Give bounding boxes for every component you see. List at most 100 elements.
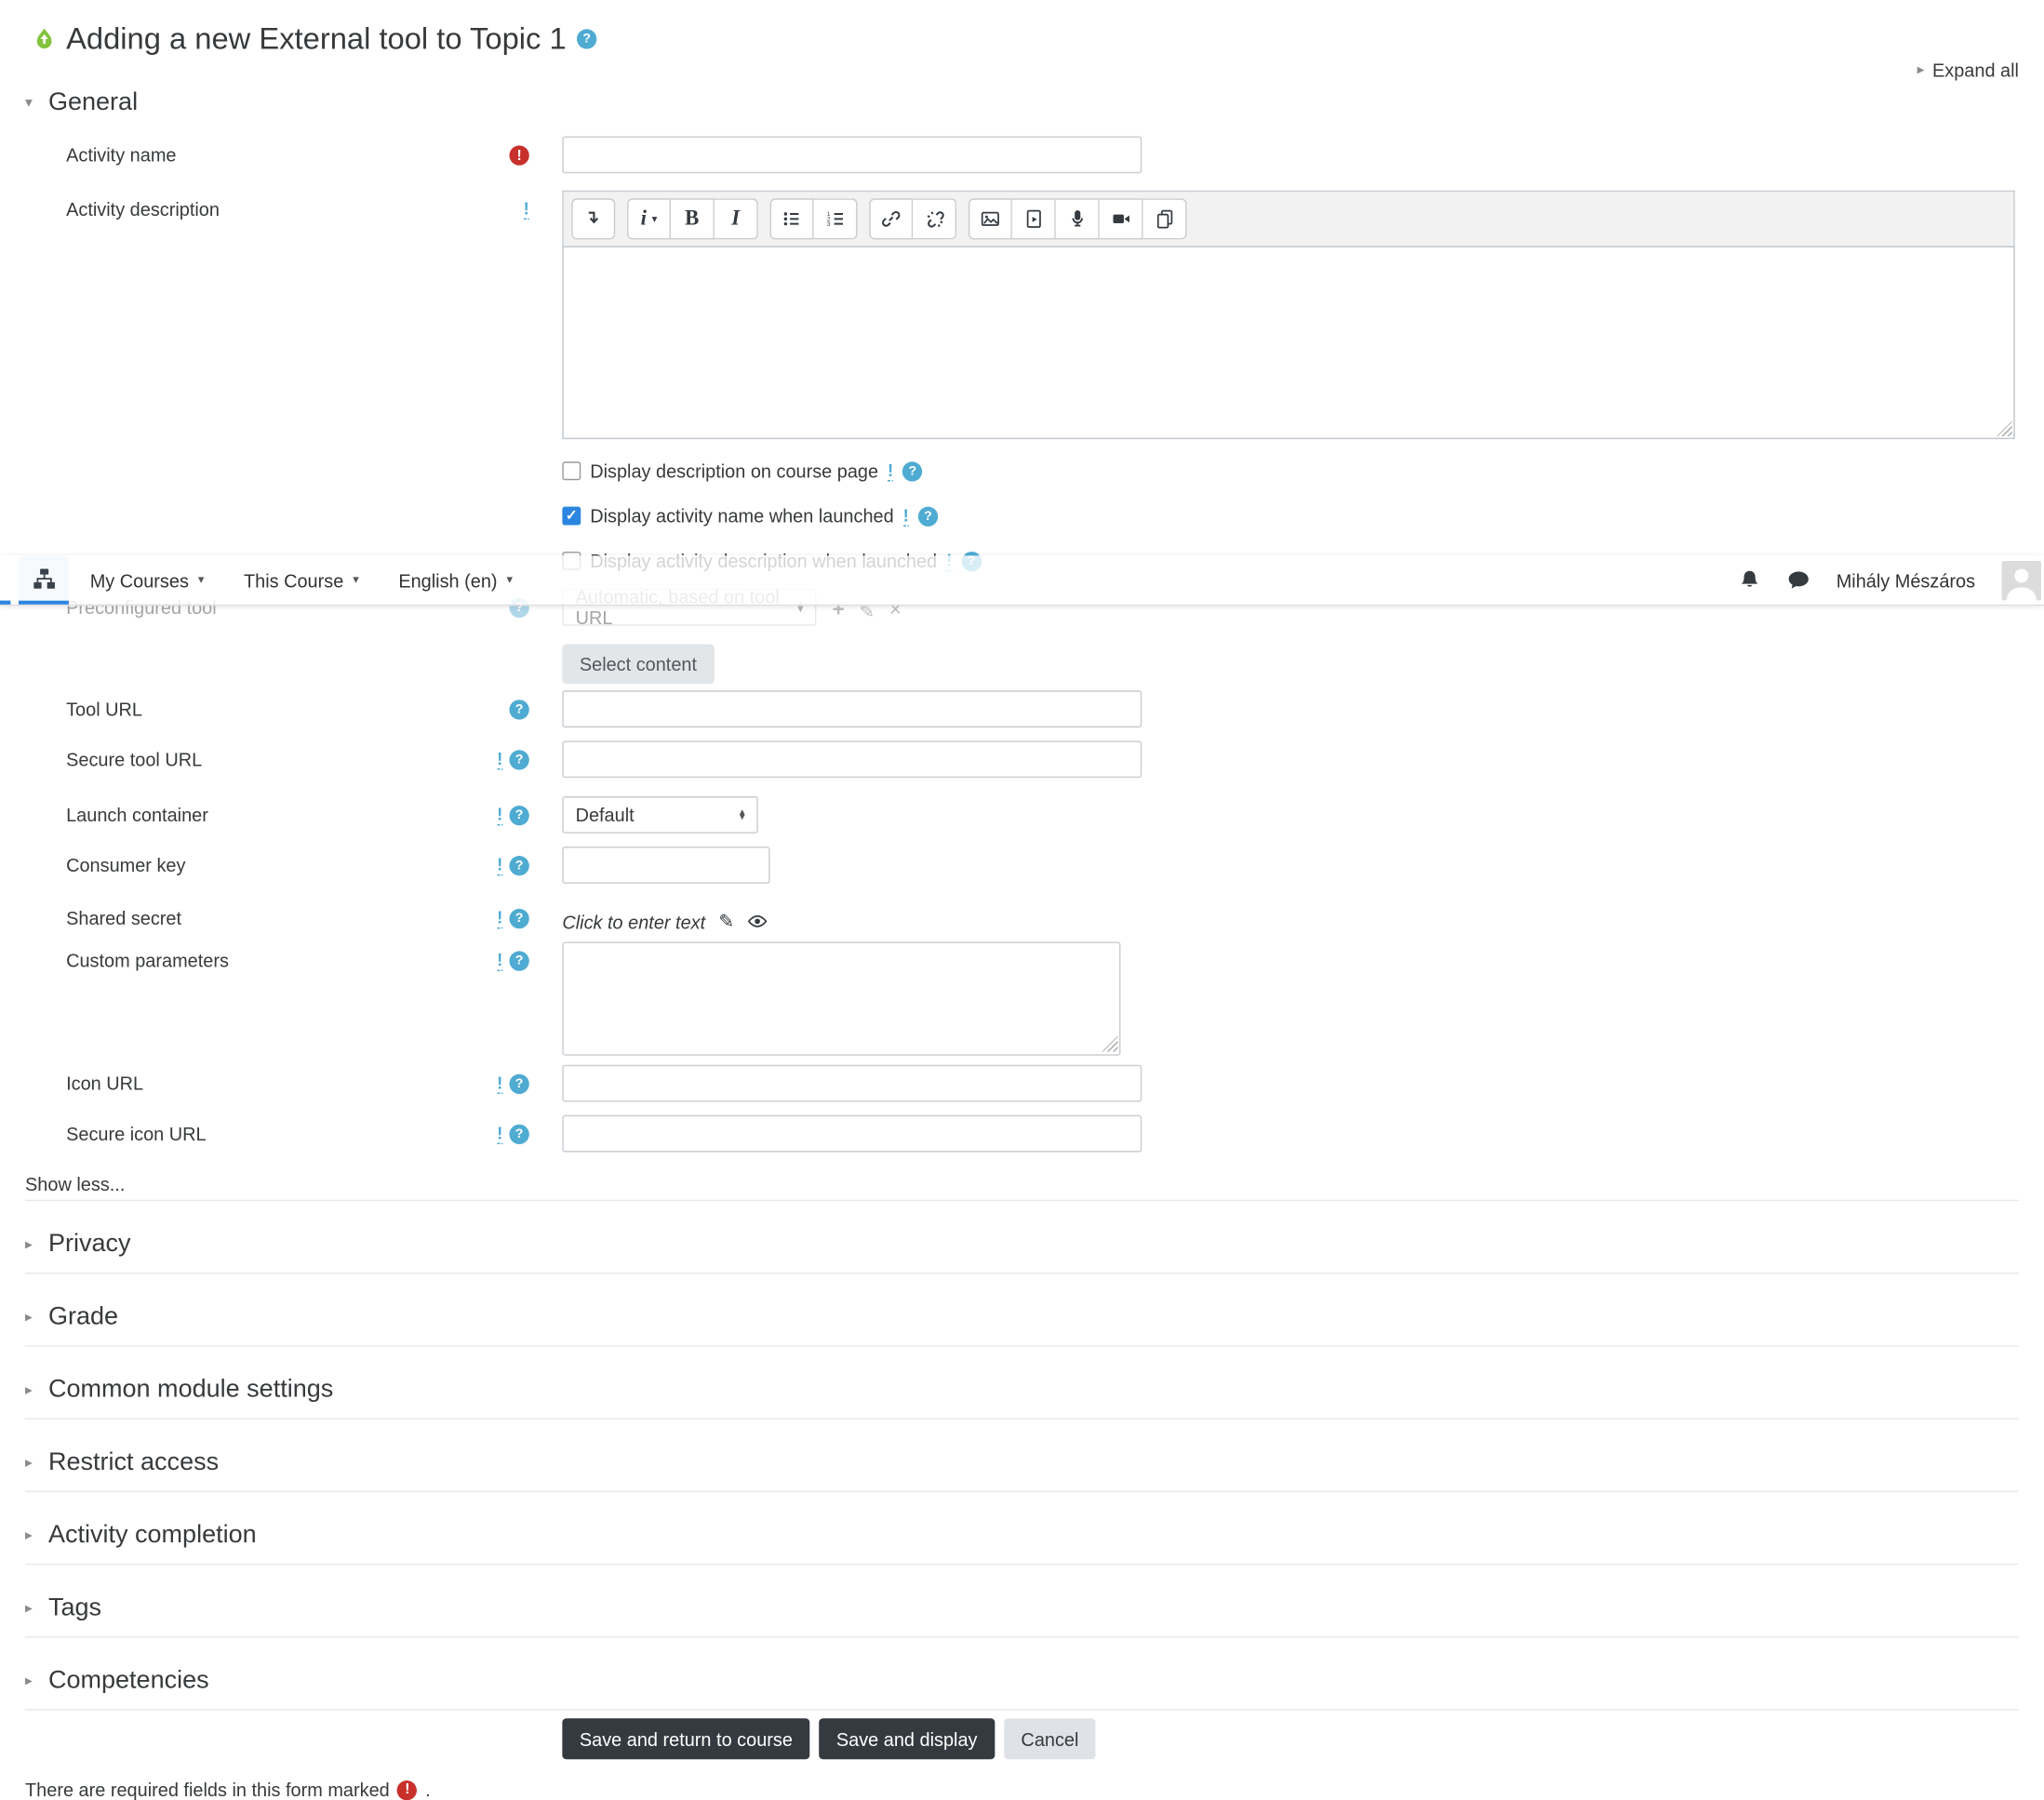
section-general-label: General [47,88,139,117]
activity-description-label: Activity description [66,198,220,220]
section-label: Tags [47,1593,102,1622]
activity-name-label: Activity name [66,143,177,166]
section-grade[interactable]: ▸ Grade [25,1300,2019,1335]
info-icon: ! [497,804,503,826]
help-icon[interactable]: ? [902,460,923,481]
divider [25,1418,2019,1420]
checkbox-display-activity-name[interactable]: ✓ Display activity name when launched ! … [562,502,2019,528]
section-activity-completion[interactable]: ▸ Activity completion [25,1518,2019,1553]
triangle-right-icon: ▸ [25,1527,33,1543]
row-secure-icon-url: Secure icon URL !? [25,1114,2019,1153]
select-content-button[interactable]: Select content [562,644,715,685]
nav-language[interactable]: English (en) ▾ [398,569,513,591]
secure-icon-url-label: Secure icon URL [66,1123,207,1145]
row-shared-secret: Shared secret !? Click to enter text ✎ [25,902,2019,933]
avatar[interactable] [2001,560,2042,600]
info-icon: ! [497,748,503,770]
nav-this-course[interactable]: This Course ▾ [244,569,359,591]
info-icon: ! [888,460,894,481]
notifications-bell-icon[interactable] [1738,568,1760,591]
stepper-down-icon: ▾ [797,603,804,616]
unlink-icon[interactable] [913,198,957,240]
section-common-module-settings[interactable]: ▸ Common module settings [25,1373,2019,1407]
row-icon-url: Icon URL !? [25,1064,2019,1102]
nav-my-courses[interactable]: My Courses ▾ [90,569,205,591]
record-video-icon[interactable] [1099,198,1143,240]
section-privacy[interactable]: ▸ Privacy [25,1228,2019,1262]
help-icon[interactable]: ? [509,700,529,720]
section-competencies[interactable]: ▸ Competencies [25,1664,2019,1699]
divider [25,1636,2019,1638]
icon-url-label: Icon URL [66,1073,144,1095]
svg-text:3: 3 [826,221,830,228]
editor-resize-handle[interactable] [1996,420,2012,437]
checkbox[interactable]: ✓ [562,461,581,481]
section-general[interactable]: ▾ General [25,86,2019,120]
insert-image-icon[interactable] [968,198,1012,240]
tool-url-label: Tool URL [66,698,142,720]
triangle-right-icon: ▸ [25,1673,33,1689]
bold-icon[interactable]: B [670,198,715,240]
triangle-down-icon: ▾ [25,94,33,111]
italic-icon[interactable]: I [714,198,758,240]
help-icon[interactable]: ? [509,1124,529,1145]
save-and-return-button[interactable]: Save and return to course [562,1718,810,1760]
custom-parameters-textarea[interactable] [562,941,1121,1056]
moodle-form-page: Adding a new External tool to Topic 1 ? … [0,0,2044,1800]
editor-content-area[interactable] [562,246,2015,440]
help-icon[interactable]: ? [509,908,529,929]
record-audio-icon[interactable] [1055,198,1100,240]
nav-sitemap-tab[interactable] [18,555,69,605]
consumer-key-label: Consumer key [66,854,186,876]
help-icon[interactable]: ? [509,750,529,770]
messages-icon[interactable] [1787,568,1810,591]
section-label: Grade [47,1302,119,1331]
tool-url-input[interactable] [562,690,1142,728]
show-secret-eye-icon[interactable] [747,912,768,931]
consumer-key-input[interactable] [562,847,770,884]
icon-url-input[interactable] [562,1064,1142,1102]
triangle-right-icon: ▸ [25,1381,33,1398]
note-suffix: . [425,1779,431,1800]
checkbox[interactable]: ✓ [562,506,581,526]
unordered-list-icon[interactable] [769,198,814,240]
nav-tab-partial[interactable] [0,555,11,605]
section-restrict-access[interactable]: ▸ Restrict access [25,1446,2019,1480]
help-icon[interactable]: ? [917,505,939,527]
caret-down-icon: ▾ [506,572,513,586]
activity-name-input[interactable] [562,136,1142,174]
launch-container-select[interactable]: Default ▴ ▾ [562,796,758,833]
cancel-button[interactable]: Cancel [1003,1718,1096,1760]
triangle-right-icon: ▸ [25,1309,33,1326]
save-and-display-button[interactable]: Save and display [819,1718,995,1760]
insert-media-icon[interactable] [1011,198,1056,240]
help-icon[interactable]: ? [509,1073,529,1095]
expand-all-link[interactable]: ▸ Expand all [1917,60,2019,81]
paragraph-styles-icon[interactable]: i ▾ [627,198,671,240]
help-icon[interactable]: ? [509,951,529,971]
link-icon[interactable] [869,198,914,240]
section-tags[interactable]: ▸ Tags [25,1592,2019,1626]
help-icon[interactable]: ? [509,856,529,876]
manage-files-icon[interactable] [1142,198,1187,240]
checkbox-display-description[interactable]: ✓ Display description on course page ! ? [562,458,2019,484]
user-name[interactable]: Mihály Mészáros [1837,569,1975,591]
shared-secret-placeholder[interactable]: Click to enter text [562,911,705,932]
secure-icon-url-input[interactable] [562,1114,1142,1153]
custom-parameters-label: Custom parameters [66,950,229,971]
navbar: My Courses ▾ This Course ▾ English (en) … [0,555,2044,607]
collapse-toolbar-icon[interactable] [571,198,616,240]
caret-down-icon: ▾ [651,212,658,225]
secure-tool-url-label: Secure tool URL [66,748,203,770]
check-icon: ✓ [565,507,578,524]
ordered-list-icon[interactable]: 123 [813,198,858,240]
secure-tool-url-input[interactable] [562,740,1142,779]
title-help-icon[interactable]: ? [577,28,597,48]
help-icon[interactable]: ? [509,806,529,826]
section-label: Activity completion [47,1521,257,1550]
section-label: Common module settings [47,1375,334,1404]
show-less-link[interactable]: Show less... [25,1173,2019,1194]
page-title-row: Adding a new External tool to Topic 1 ? [33,0,2019,60]
triangle-right-icon: ▸ [1917,61,1925,78]
edit-pencil-icon[interactable]: ✎ [718,910,734,932]
